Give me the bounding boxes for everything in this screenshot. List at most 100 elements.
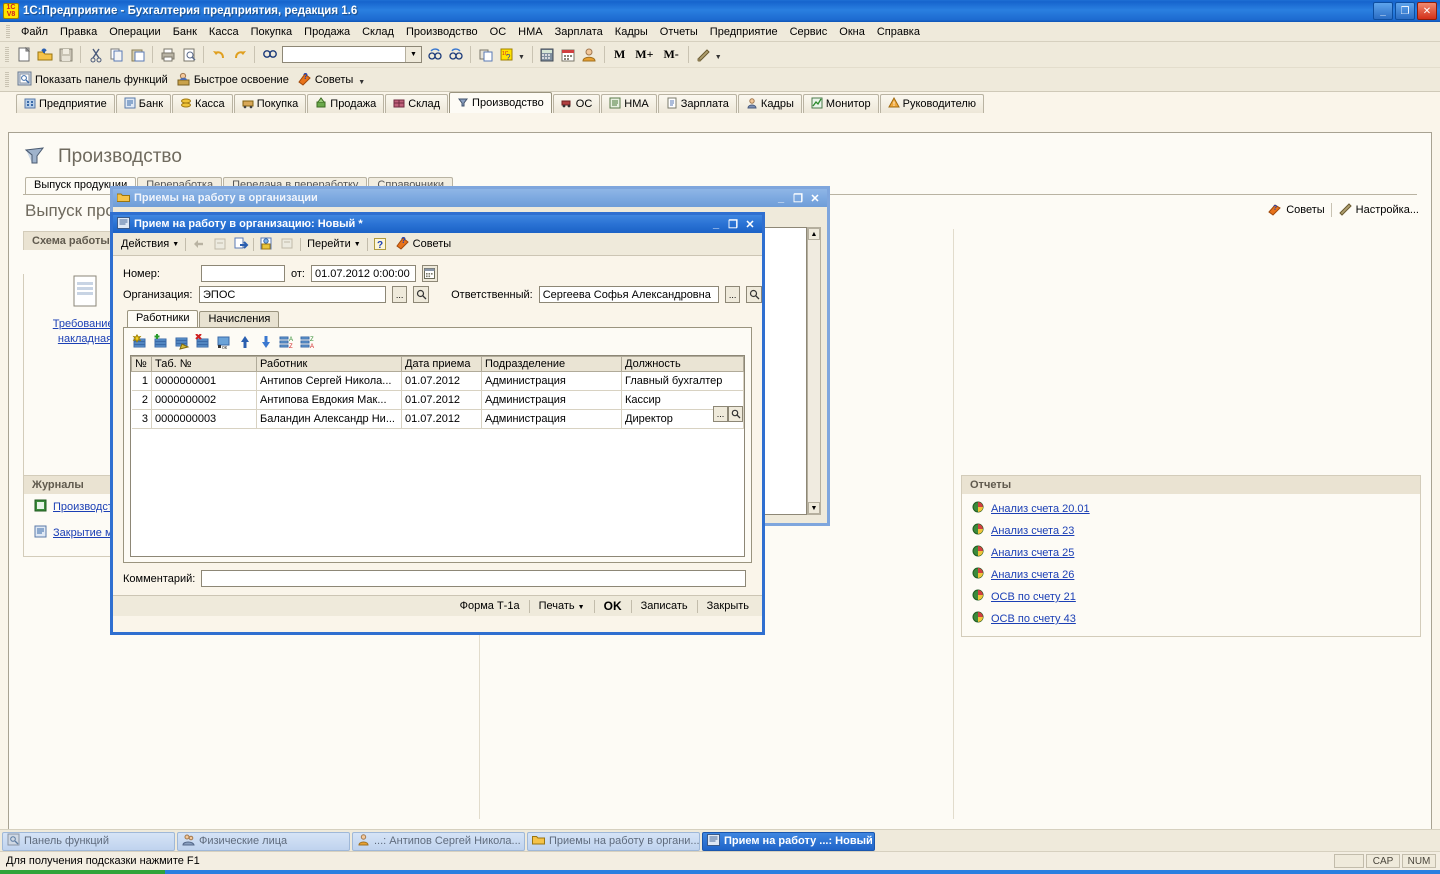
- menu-windows[interactable]: Окна: [833, 24, 871, 40]
- organization-pick-button[interactable]: ...: [391, 286, 408, 303]
- menu-bank[interactable]: Банк: [167, 24, 203, 40]
- undo-icon[interactable]: [208, 44, 229, 65]
- tab-cash[interactable]: Касса: [172, 94, 233, 113]
- inner-tab-accruals[interactable]: Начисления: [199, 311, 280, 327]
- report-link-1[interactable]: Анализ счета 23: [991, 525, 1074, 537]
- report-link-5[interactable]: ОСВ по счету 43: [991, 613, 1076, 625]
- tab-fixed-assets[interactable]: ОС: [552, 94, 601, 113]
- toolbar-overflow-icon[interactable]: ▼: [517, 48, 528, 61]
- scroll-up-icon[interactable]: ▲: [808, 228, 820, 240]
- post-document-icon[interactable]: [230, 234, 251, 255]
- actions-menu-button[interactable]: Действия ▼: [117, 236, 183, 252]
- about-1c-icon[interactable]: 1C?: [496, 44, 517, 65]
- memory-recall-button[interactable]: M: [609, 47, 630, 62]
- add-row-copy-icon[interactable]: [151, 333, 170, 352]
- menu-operations[interactable]: Операции: [103, 24, 166, 40]
- report-link-0[interactable]: Анализ счета 20.01: [991, 503, 1090, 515]
- save-icon[interactable]: [55, 44, 76, 65]
- menu-sale[interactable]: Продажа: [298, 24, 356, 40]
- menubar-grip[interactable]: [6, 25, 10, 38]
- move-down-icon[interactable]: [256, 333, 275, 352]
- delete-row-icon[interactable]: [193, 333, 212, 352]
- show-functions-panel-button[interactable]: Показать панель функций: [13, 69, 172, 91]
- toolbar-grip[interactable]: [5, 46, 9, 63]
- menu-service[interactable]: Сервис: [784, 24, 834, 40]
- inner-tab-workers[interactable]: Работники: [127, 310, 199, 327]
- open-folder-icon[interactable]: [34, 44, 55, 65]
- save-button[interactable]: Записать: [634, 599, 695, 613]
- taskbar-item-functions-panel[interactable]: Панель функций: [2, 831, 175, 851]
- help-icon[interactable]: ?: [370, 234, 391, 255]
- menu-hr[interactable]: Кадры: [609, 24, 654, 40]
- maximize-button[interactable]: ❐: [791, 191, 805, 205]
- close-button[interactable]: ✕: [1417, 2, 1437, 20]
- col-number[interactable]: №: [131, 356, 152, 372]
- menu-os[interactable]: ОС: [484, 24, 513, 40]
- taskbar-item-persons[interactable]: Физические лица: [177, 831, 350, 851]
- toolbar-overflow2-icon[interactable]: ▼: [714, 48, 725, 61]
- paste-icon[interactable]: [127, 44, 148, 65]
- os-start-button[interactable]: [0, 870, 165, 874]
- table-row[interactable]: 2 0000000002 Антипова Евдокия Мак... 01.…: [131, 390, 744, 410]
- dialog-tips-button[interactable]: ? Советы: [391, 233, 455, 255]
- maximize-button[interactable]: ❐: [1395, 2, 1415, 20]
- report-link-2[interactable]: Анализ счета 25: [991, 547, 1074, 559]
- number-input[interactable]: [201, 265, 285, 282]
- cut-icon[interactable]: [85, 44, 106, 65]
- menu-help[interactable]: Справка: [871, 24, 926, 40]
- edit-row-icon[interactable]: [172, 333, 191, 352]
- cell-search-icon[interactable]: [728, 406, 743, 422]
- table-row[interactable]: 1 0000000001 Антипов Сергей Никола... 01…: [131, 371, 744, 391]
- date-input[interactable]: 01.07.2012 0:00:00: [310, 265, 416, 282]
- copy-icon[interactable]: [106, 44, 127, 65]
- tab-bank[interactable]: Банк: [115, 94, 172, 113]
- sort-asc-icon[interactable]: AZ: [277, 333, 296, 352]
- list-scrollbar[interactable]: ▲ ▼: [807, 227, 821, 515]
- taskbar-item-person-antipov[interactable]: ...: Антипов Сергей Никола...: [352, 831, 525, 851]
- menu-purchase[interactable]: Покупка: [245, 24, 299, 40]
- find-prev-icon[interactable]: [445, 44, 466, 65]
- comment-input[interactable]: [201, 570, 746, 587]
- form-t1a-button[interactable]: Форма Т-1а: [453, 599, 527, 613]
- move-up-icon[interactable]: [235, 333, 254, 352]
- unpost-icon[interactable]: [277, 234, 298, 255]
- tab-intangible[interactable]: НМА: [601, 94, 657, 113]
- col-position[interactable]: Должность: [621, 356, 744, 372]
- quick-start-button[interactable]: Быстрое освоение: [172, 69, 293, 91]
- menu-reports[interactable]: Отчеты: [654, 24, 704, 40]
- close-button[interactable]: ✕: [743, 217, 757, 231]
- memory-subtract-button[interactable]: M-: [658, 47, 683, 62]
- post-and-close-icon[interactable]: [256, 234, 277, 255]
- tab-monitor[interactable]: Монитор: [802, 94, 879, 113]
- scroll-down-icon[interactable]: ▼: [808, 502, 820, 514]
- menu-cash[interactable]: Касса: [203, 24, 245, 40]
- functions-toolbar-overflow-icon[interactable]: ▼: [357, 73, 368, 86]
- tab-sale[interactable]: Продажа: [307, 94, 385, 113]
- menu-production[interactable]: Производство: [400, 24, 484, 40]
- tab-production[interactable]: Производство: [449, 92, 552, 113]
- user-icon[interactable]: [579, 44, 600, 65]
- organization-input[interactable]: ЭПОС: [199, 286, 386, 303]
- new-document-icon[interactable]: [13, 44, 34, 65]
- responsible-search-icon[interactable]: [746, 286, 762, 303]
- tab-enterprise[interactable]: Предприятие: [16, 94, 115, 113]
- menu-nma[interactable]: НМА: [512, 24, 548, 40]
- functions-toolbar-grip[interactable]: [5, 71, 9, 88]
- organization-search-icon[interactable]: [413, 286, 430, 303]
- employment-document-dialog[interactable]: Прием на работу в организацию: Новый * _…: [110, 212, 765, 635]
- ok-button[interactable]: OK: [597, 598, 629, 614]
- set-mark-icon[interactable]: ок: [214, 333, 233, 352]
- minimize-button[interactable]: _: [1373, 2, 1393, 20]
- calendar-icon[interactable]: [558, 44, 579, 65]
- taskbar-item-employment-dialog[interactable]: Прием на работу ...: Новый *: [702, 831, 875, 851]
- minimize-button[interactable]: _: [774, 191, 788, 205]
- table-row[interactable]: 3 0000000003 Баландин Александр Ни... 01…: [131, 409, 744, 429]
- responsible-input[interactable]: Сергеева Софья Александровна: [538, 286, 719, 303]
- tips-button[interactable]: ? Советы: [293, 69, 357, 91]
- minimize-button[interactable]: _: [709, 217, 723, 231]
- close-button[interactable]: ✕: [808, 191, 822, 205]
- close-dialog-button[interactable]: Закрыть: [700, 599, 756, 613]
- tab-warehouse[interactable]: Склад: [385, 94, 449, 113]
- chevron-down-icon[interactable]: ▼: [405, 47, 421, 62]
- report-link-4[interactable]: ОСВ по счету 21: [991, 591, 1076, 603]
